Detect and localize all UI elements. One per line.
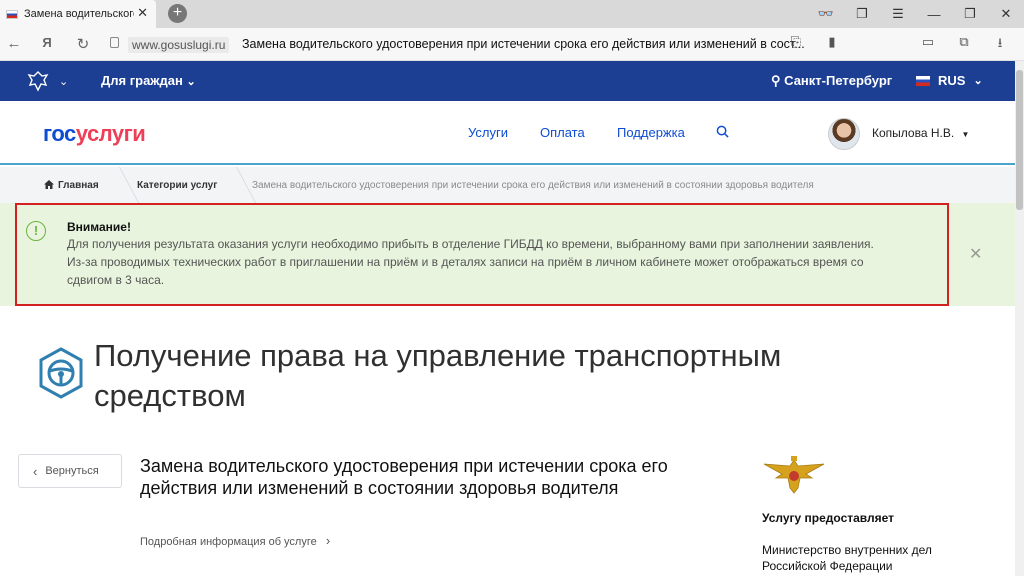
minimize-icon[interactable]: — <box>916 7 952 22</box>
alert-line-2: Из-за проводимых технических работ в при… <box>67 255 864 287</box>
close-icon[interactable]: ✕ <box>969 244 982 264</box>
location-pin-icon: ⚲ <box>771 73 785 88</box>
emblem-icon[interactable] <box>26 69 50 98</box>
address-actions: ⎘ ▮ ▭ ⧉ ⭳ <box>778 34 1018 56</box>
alert-body: Для получения результата оказания услуги… <box>67 235 907 289</box>
gosuslugi-logo[interactable]: госуслуги <box>43 121 146 147</box>
service-details-link[interactable]: Подробная информация об услуге › <box>140 533 330 548</box>
mvd-emblem-icon <box>763 456 825 494</box>
provider-name[interactable]: Министерство внутренних дел Российской Ф… <box>762 542 992 574</box>
lock-icon <box>110 37 119 48</box>
russia-flag-icon <box>6 9 18 19</box>
browser-tab[interactable]: Замена водительского ✕ <box>0 0 156 28</box>
reload-icon[interactable]: ↻ <box>73 35 93 53</box>
scrollbar-thumb[interactable] <box>1016 70 1023 210</box>
back-button-label: Вернуться <box>45 465 99 477</box>
close-tab-icon[interactable]: ✕ <box>137 6 148 20</box>
new-tab-button[interactable]: + <box>168 4 187 23</box>
chevron-left-icon: ‹ <box>33 463 38 479</box>
breadcrumb-home-label: Главная <box>58 180 99 191</box>
logo-part-2: услуги <box>75 121 146 146</box>
caret-down-icon: ▼ <box>961 130 970 139</box>
search-icon[interactable] <box>716 125 729 138</box>
address-bar: ← Я ↻ www.gosuslugi.ru Замена водительск… <box>0 28 1024 61</box>
nav-support[interactable]: Поддержка <box>617 125 685 140</box>
yandex-icon[interactable]: Я <box>37 35 57 50</box>
user-name: Копылова Н.В. <box>872 126 955 140</box>
address-domain[interactable]: www.gosuslugi.ru <box>128 37 230 53</box>
chevron-down-icon: ⌄ <box>186 76 196 88</box>
service-details-label: Подробная информация об услуге <box>140 536 317 548</box>
translate-icon[interactable]: ⎘ <box>778 34 814 56</box>
chevron-down-icon: ⌄ <box>973 75 983 87</box>
city-selector[interactable]: ⚲ Санкт-Петербург <box>771 73 892 89</box>
address-page-title[interactable]: Замена водительского удостоверения при и… <box>242 37 805 51</box>
site-header: госуслуги Услуги Оплата Поддержка Копыло… <box>0 101 1015 165</box>
nav-services[interactable]: Услуги <box>468 125 508 140</box>
menu-icon[interactable]: ☰ <box>880 6 916 22</box>
bookmarks-icon[interactable]: ❐ <box>844 6 880 22</box>
chevron-right-icon: › <box>325 533 331 548</box>
restore-icon[interactable]: ❐ <box>952 6 988 22</box>
bookmark-icon[interactable]: ▮ <box>814 34 850 56</box>
tab-title: Замена водительского <box>24 8 134 20</box>
for-citizens-menu[interactable]: Для граждан ⌄ <box>101 73 196 88</box>
breadcrumb-divider <box>108 167 140 203</box>
breadcrumb: Главная Категории услуг Замена водительс… <box>0 167 1015 203</box>
language-label: RUS <box>938 73 966 88</box>
breadcrumb-categories[interactable]: Категории услуг <box>137 180 217 191</box>
provider-label: Услугу предоставляет <box>762 511 895 525</box>
city-label: Санкт-Петербург <box>784 73 893 88</box>
reading-mode-icon[interactable]: 👓 <box>808 6 844 22</box>
battery-icon[interactable]: ▭ <box>910 34 946 56</box>
home-icon <box>44 180 54 189</box>
extensions-icon[interactable]: ⧉ <box>946 34 982 56</box>
avatar[interactable] <box>828 118 860 150</box>
alert-title: Внимание! <box>67 220 131 234</box>
russia-flag-icon <box>916 75 930 86</box>
site-top-nav: ⌄ Для граждан ⌄ ⚲ Санкт-Петербург RUS ⌄ <box>0 61 1015 101</box>
browser-tab-bar: Замена водительского ✕ + 👓 ❐ ☰ — ❐ ✕ <box>0 0 1024 28</box>
alert-line-1: Для получения результата оказания услуги… <box>67 237 874 251</box>
logo-part-1: гос <box>43 121 76 146</box>
steering-wheel-icon <box>39 347 83 399</box>
back-button[interactable]: ‹ Вернуться <box>18 454 122 488</box>
window-controls: 👓 ❐ ☰ — ❐ ✕ <box>808 0 1024 28</box>
back-arrow-icon[interactable]: ← <box>4 35 24 52</box>
exclamation-icon: ! <box>26 221 46 241</box>
service-title: Замена водительского удостоверения при и… <box>140 456 668 498</box>
breadcrumb-home[interactable]: Главная <box>44 180 99 191</box>
chevron-down-icon[interactable]: ⌄ <box>59 75 68 88</box>
language-selector[interactable]: RUS ⌄ <box>916 73 983 88</box>
close-window-icon[interactable]: ✕ <box>988 6 1024 22</box>
page-title: Получение права на управление транспортн… <box>94 338 782 413</box>
nav-payment[interactable]: Оплата <box>540 125 585 140</box>
breadcrumb-current: Замена водительского удостоверения при и… <box>252 180 814 191</box>
for-citizens-label: Для граждан <box>101 73 183 88</box>
user-menu[interactable]: Копылова Н.В. ▼ <box>872 126 969 140</box>
download-icon[interactable]: ⭳ <box>982 34 1018 56</box>
